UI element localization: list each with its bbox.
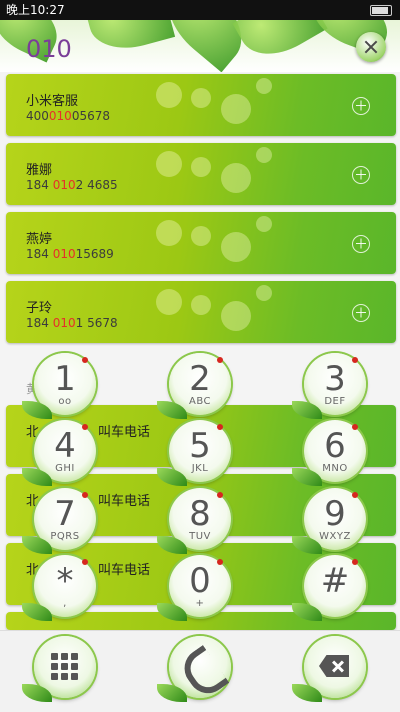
leaf-decoration <box>232 20 328 69</box>
key-6[interactable]: 6 MNO <box>292 420 366 486</box>
contact-number: 184 0101 5678 <box>26 316 118 330</box>
leaf-decoration <box>84 20 176 58</box>
dialed-number-display[interactable]: 010 <box>26 35 72 63</box>
backspace-icon <box>319 655 349 677</box>
add-contact-icon[interactable] <box>352 97 370 115</box>
contact-name-fragment: 叫车电话 <box>98 494 151 509</box>
contact-name-fragment: 叫车电话 <box>98 563 151 578</box>
close-icon[interactable] <box>356 32 386 62</box>
key-hash[interactable]: # <box>292 555 366 621</box>
battery-icon <box>370 5 392 16</box>
key-0[interactable]: 0 + <box>157 555 231 621</box>
key-8[interactable]: 8 TUV <box>157 488 231 554</box>
contact-number: 40001005678 <box>26 109 110 123</box>
key-5[interactable]: 5 JKL <box>157 420 231 486</box>
key-9[interactable]: 9 WXYZ <box>292 488 366 554</box>
call-button[interactable] <box>157 636 231 702</box>
key-4[interactable]: 4 GHI <box>22 420 96 486</box>
contact-name: 雅娜 <box>26 163 53 178</box>
add-contact-icon[interactable] <box>352 304 370 322</box>
key-2[interactable]: 2 ABC <box>157 353 231 419</box>
delete-button[interactable] <box>292 636 366 702</box>
contact-name: 燕婷 <box>26 232 53 247</box>
key-7[interactable]: 7 PQRS <box>22 488 96 554</box>
status-time: 晚上10:27 <box>6 3 65 17</box>
key-1[interactable]: 1 ᴏᴏ <box>22 353 96 419</box>
keypad-toggle-button[interactable] <box>22 636 96 702</box>
status-bar: 晚上10:27 <box>0 0 400 20</box>
contact-row[interactable]: 雅娜 184 0102 4685 <box>6 143 396 205</box>
contact-number: 184 0102 4685 <box>26 178 118 192</box>
contact-name-fragment: 叫车电话 <box>98 425 151 440</box>
contact-name: 子玲 <box>26 301 53 316</box>
key-star[interactable]: *, <box>22 555 96 621</box>
contact-row[interactable]: 子玲 184 0101 5678 <box>6 281 396 343</box>
contact-row[interactable]: 燕婷 184 01015689 <box>6 212 396 274</box>
contact-name: 小米客服 <box>26 94 79 109</box>
add-contact-icon[interactable] <box>352 235 370 253</box>
contact-row[interactable]: 小米客服 40001005678 <box>6 74 396 136</box>
key-3[interactable]: 3 DEF <box>292 353 366 419</box>
add-contact-icon[interactable] <box>352 166 370 184</box>
grid-icon <box>51 653 79 681</box>
contact-number: 184 01015689 <box>26 247 114 261</box>
